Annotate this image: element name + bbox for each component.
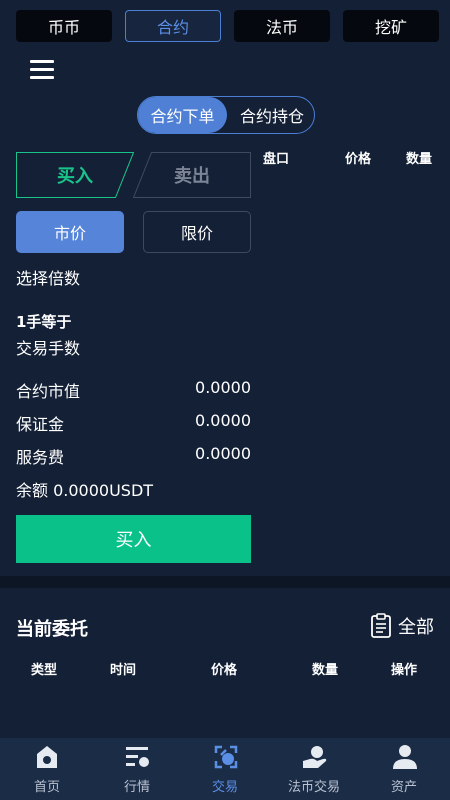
all-orders-button[interactable]: 全部 [370,613,434,639]
nav-home-label: 首页 [33,780,60,795]
tab-mining[interactable]: 挖矿 [343,10,439,42]
submit-buy-button[interactable]: 买入 [16,515,251,563]
fee-label: 服务费 [16,448,65,467]
nav-fiat-trade-label: 法币交易 [287,780,340,795]
sell-side-tab[interactable]: 卖出 [133,152,251,198]
current-orders-title: 当前委托 [16,619,88,640]
contract-value-label: 合约市值 [16,382,81,401]
col-action: 操作 [391,663,418,678]
user-icon [393,745,417,769]
market-icon [126,747,149,767]
tab-contract[interactable]: 合约 [125,10,221,42]
contract-segment-control: 合约下单 合约持仓 [137,96,315,134]
segment-positions[interactable]: 合约持仓 [229,97,315,133]
nav-assets[interactable]: 资产 [359,738,449,800]
all-orders-label: 全部 [398,617,434,638]
orderbook-col-depth: 盘口 [263,152,290,167]
menu-icon[interactable] [30,60,54,80]
top-tab-bar: 币币 合约 法币 挖矿 [0,0,450,46]
fiat-trade-icon [303,746,327,768]
fee-value: 0.0000 [195,444,251,463]
col-type: 类型 [31,663,58,678]
nav-market[interactable]: 行情 [92,738,182,800]
trade-icon [214,745,238,769]
nav-home[interactable]: 首页 [2,738,92,800]
limit-order-button[interactable]: 限价 [143,211,251,253]
balance-text: 余额 0.0000USDT [16,481,154,500]
tab-spot[interactable]: 币币 [16,10,112,42]
home-icon [37,746,57,768]
nav-market-label: 行情 [123,780,150,795]
orderbook-col-price: 价格 [345,152,372,167]
nav-trade-label: 交易 [211,780,238,795]
market-order-button[interactable]: 市价 [16,211,124,253]
lot-equal-label: 1手等于 [16,313,72,331]
col-qty: 数量 [312,663,339,678]
clipboard-icon [371,613,391,638]
contract-value: 0.0000 [195,378,251,397]
nav-fiat-trade[interactable]: 法币交易 [269,738,359,800]
col-price: 价格 [211,663,238,678]
orderbook-col-qty: 数量 [406,152,433,167]
bottom-nav: 首页 行情 交易 法币交易 资产 [0,738,450,800]
buy-side-label: 买入 [57,166,93,187]
buy-side-tab[interactable]: 买入 [16,152,134,198]
lots-label: 交易手数 [16,339,81,358]
segment-place-order[interactable]: 合约下单 [138,97,227,133]
nav-assets-label: 资产 [390,780,417,795]
nav-trade[interactable]: 交易 [180,738,270,800]
tab-fiat[interactable]: 法币 [234,10,330,42]
col-time: 时间 [110,663,137,678]
leverage-label: 选择倍数 [16,269,81,288]
margin-label: 保证金 [16,415,65,434]
sell-side-label: 卖出 [174,166,210,187]
margin-value: 0.0000 [195,411,251,430]
section-divider [0,576,450,588]
